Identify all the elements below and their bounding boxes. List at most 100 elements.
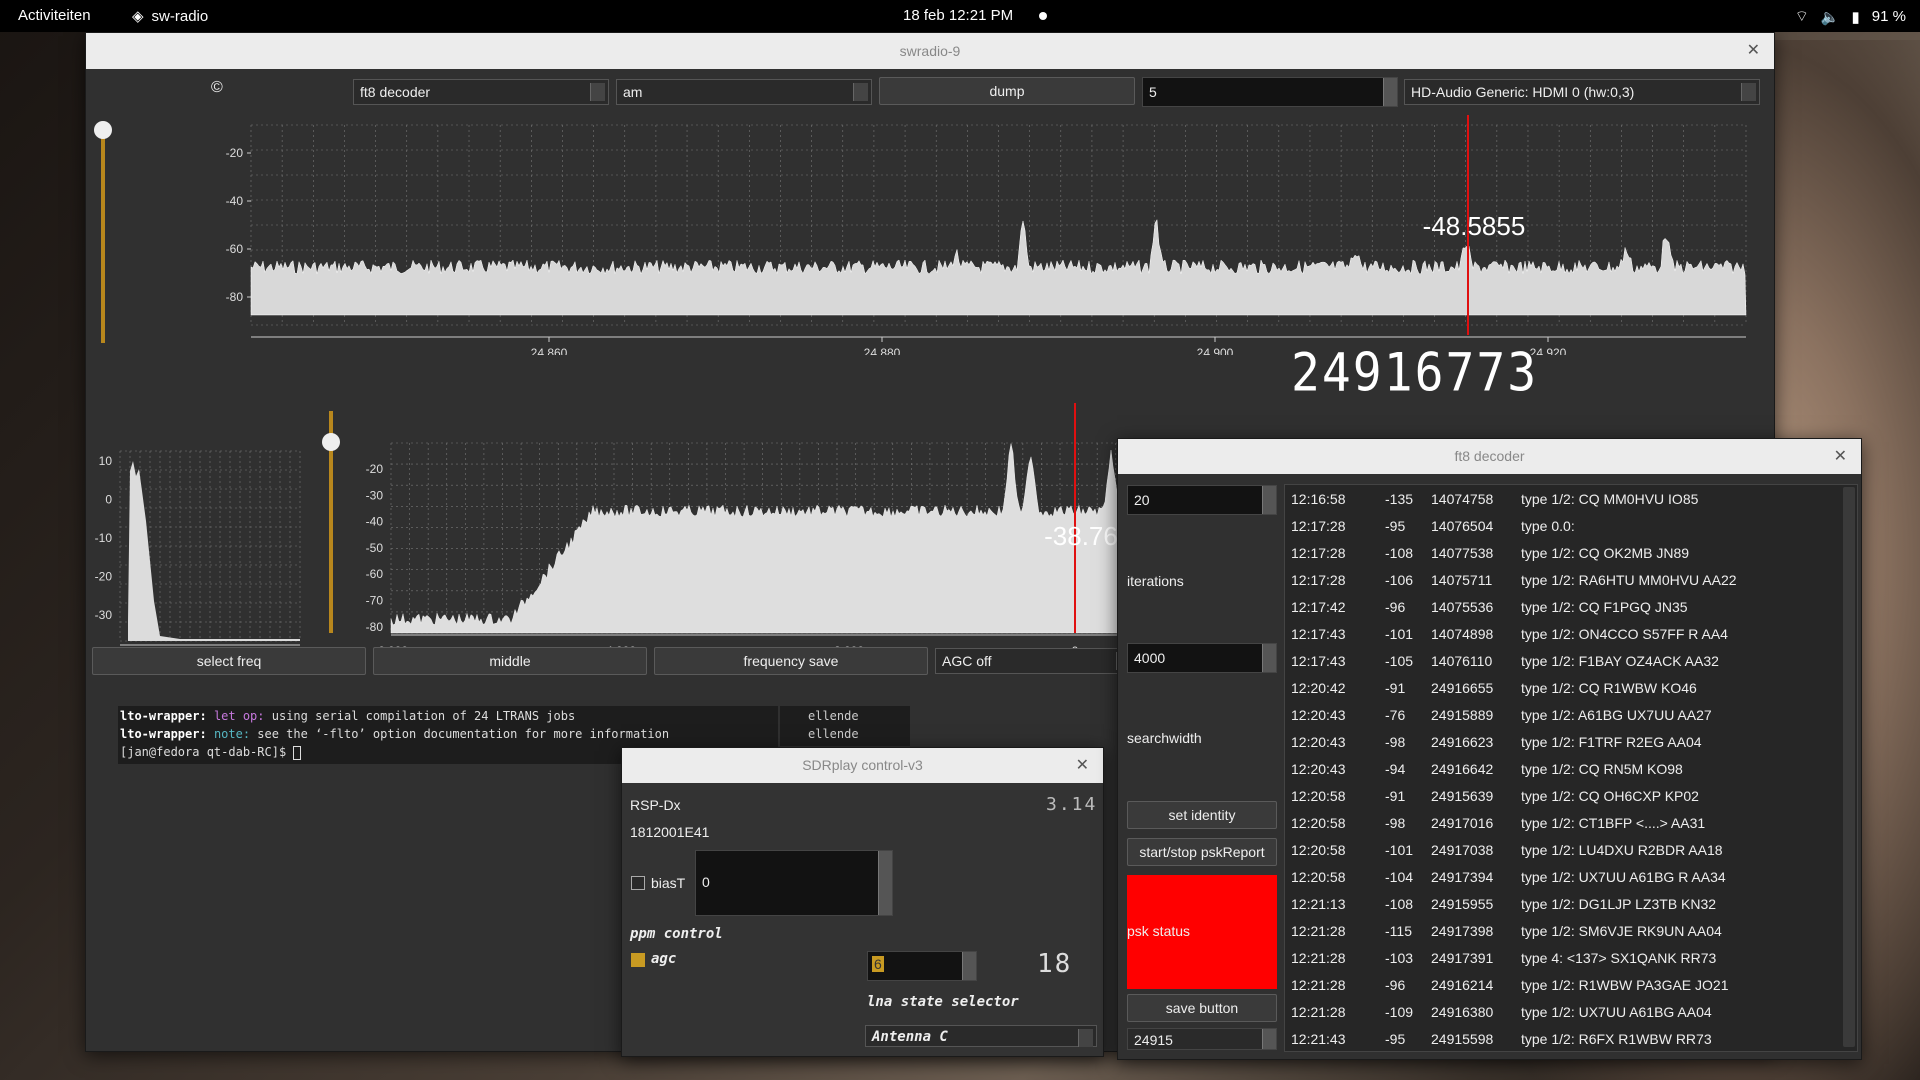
list-cell: type 4: <137> SX1QANK RR73 [1521,950,1717,966]
window-titlebar: SDRplay control-v3 ✕ [622,748,1103,783]
list-cell: 12:17:28 [1291,518,1346,534]
select-freq-button[interactable]: select freq [92,647,366,675]
list-cell: type 1/2: CT1BFP <....> AA31 [1521,815,1706,831]
y-tick-label: -30 [366,488,384,502]
system-top-bar: Activiteiten ◈ sw-radio 18 feb 12:21 PM ⌔… [0,0,1920,32]
close-icon[interactable]: ✕ [1747,33,1760,69]
term-text: using serial compilation of 24 LTRANS jo… [264,709,576,723]
sdrplay-window: SDRplay control-v3 ✕ RSP-Dx 1812001E41 3.… [621,747,1104,1057]
spin-arrows[interactable] [878,851,892,915]
list-cell: type 1/2: SM6VJE RK9UN AA04 [1521,923,1722,939]
list-cell: 24915955 [1431,896,1494,912]
ft8-message-list[interactable]: 12:16:58 -135 14074758 type 1/2: CQ MM0HVU … [1284,484,1858,1052]
y-tick-label: -60 [366,567,384,581]
iterations-value: 20 [1134,492,1150,508]
dump-button[interactable]: dump [879,77,1135,105]
app-menu[interactable]: ◈ sw-radio [132,7,208,26]
biast-checkbox[interactable] [631,876,645,890]
spin-arrows[interactable] [962,952,976,980]
searchwidth-label: searchwidth [1127,730,1202,746]
list-cell: type 1/2: CQ OK2MB JN89 [1521,545,1690,561]
y-tick-label: -20 [95,570,113,584]
y-tick-label: -30 [95,608,113,622]
list-cell: 12:20:43 [1291,734,1346,750]
list-cell: -104 [1385,869,1414,885]
middle-button[interactable]: middle [373,647,647,675]
spin-arrows[interactable] [1262,486,1276,514]
notification-dot [1039,12,1047,20]
list-cell: 12:21:28 [1291,1004,1346,1020]
audio-device-select[interactable]: HD-Audio Generic: HDMI 0 (hw:0,3) [1404,79,1760,105]
activities-button[interactable]: Activiteiten [18,7,91,24]
term-line: ellende [808,709,859,723]
close-icon[interactable]: ✕ [1834,439,1847,474]
window-title: ft8 decoder [1454,448,1525,464]
list-cell: -96 [1385,977,1406,993]
list-cell: -101 [1385,842,1414,858]
list-cell: -109 [1385,1004,1414,1020]
antenna-select[interactable]: Antenna C [865,1025,1097,1047]
mode-select[interactable]: am [616,79,872,105]
agc-label: agc [651,951,677,967]
list-cell: 12:17:28 [1291,572,1346,588]
searchwidth-spinbox[interactable]: 4000 [1127,643,1277,673]
list-cell: 24917038 [1431,842,1494,858]
list-cell: 24916623 [1431,734,1494,750]
list-cell: 14074758 [1431,491,1494,507]
list-cell: type 1/2: CQ MM0HVU IO85 [1521,491,1699,507]
list-cell: type 1/2: RA6HTU MM0HVU AA22 [1521,572,1737,588]
spectrum-plot[interactable]: -20-40-60-8024.860 24.880 24.900 24.920-48.… [166,115,1766,355]
frequency-value: 24915 [1134,1032,1173,1048]
list-cell: -106 [1385,572,1414,588]
list-scrollbar[interactable] [1843,487,1855,1047]
device-name: RSP-Dx [630,797,681,813]
term-prefix: lto-wrapper: [120,727,207,741]
list-cell: 14076504 [1431,518,1494,534]
list-cell: 12:21:28 [1291,977,1346,993]
list-cell: 24916642 [1431,761,1494,777]
save-button[interactable]: save button [1127,994,1277,1022]
spin-arrows[interactable] [1262,1029,1276,1049]
list-cell: 12:17:42 [1291,599,1346,615]
set-identity-button[interactable]: set identity [1127,801,1277,829]
lna-spinbox[interactable]: 6 [867,951,977,981]
list-cell: 12:20:43 [1291,761,1346,777]
agc-checkbox[interactable] [631,953,645,967]
iterations-label: iterations [1127,573,1184,589]
spin-arrows[interactable] [1262,644,1276,672]
iterations-spinbox[interactable]: 20 [1127,485,1277,515]
psk-status-label: psk status [1127,923,1191,939]
list-cell: type 0.0: [1521,518,1575,534]
biast-label: biasT [651,875,686,891]
close-icon[interactable]: ✕ [1076,748,1089,783]
psk-report-button[interactable]: start/stop pskReport [1127,838,1277,866]
agc-select[interactable]: AGC off [935,648,1135,674]
list-cell: -91 [1385,788,1406,804]
gain-spinbox[interactable]: 5 [1142,77,1398,107]
list-cell: 12:21:13 [1291,896,1346,912]
lna-max-display: 18 [1037,949,1073,979]
frequency-save-button[interactable]: frequency save [654,647,928,675]
y-tick-label: -80 [226,290,244,304]
gain-reduction-value: 0 [702,874,710,890]
level-slider-track[interactable] [101,125,105,343]
list-cell: 24917398 [1431,923,1494,939]
frequency-spinbox[interactable]: 24915 [1127,1028,1277,1050]
level-slider-knob[interactable] [94,121,112,139]
spin-arrows[interactable] [1383,78,1397,106]
y-tick-label: -40 [226,194,244,208]
system-tray[interactable]: ⌔ 🔈 ▮ 91 % [1795,7,1906,26]
list-cell: type 1/2: CQ F1PGQ JN35 [1521,599,1688,615]
list-cell: -115 [1385,923,1412,939]
list-cell: 12:17:43 [1291,653,1346,669]
terminal-side[interactable]: ellende ellende [780,706,910,746]
list-cell: -94 [1385,761,1406,777]
list-cell: 12:20:58 [1291,869,1346,885]
waterfall-slider-knob[interactable] [322,433,340,451]
list-cell: type 1/2: CQ RN5M KO98 [1521,761,1683,777]
clock[interactable]: 18 feb 12:21 PM [903,7,1013,24]
list-cell: type 1/2: CQ R1WBW KO46 [1521,680,1697,696]
decoder-select[interactable]: ft8 decoder [353,79,609,105]
gain-reduction-spinbox[interactable]: 0 [695,850,893,916]
list-cell: 12:20:42 [1291,680,1346,696]
